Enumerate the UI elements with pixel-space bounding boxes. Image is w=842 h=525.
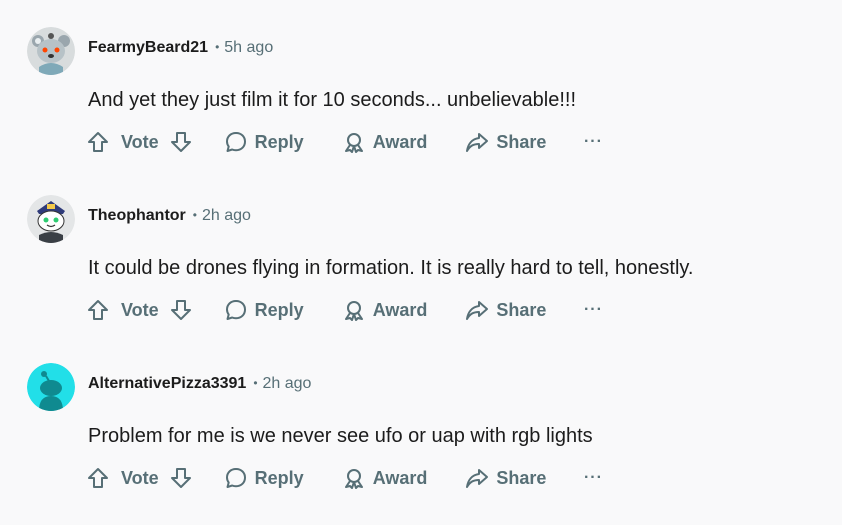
comment-actions: Vote Reply Award Share ···: [86, 294, 602, 326]
award-button[interactable]: Award: [342, 294, 428, 326]
comment-meta: Theophantor • 2h ago: [88, 206, 251, 226]
arrow-down-icon: [170, 468, 191, 488]
comment-text: And yet they just film it for 10 seconds…: [88, 89, 577, 111]
share-arrow-icon: [466, 469, 489, 488]
comment-bubble-icon: [225, 468, 246, 488]
reply-label: Reply: [254, 299, 304, 320]
reply-label: Reply: [254, 131, 304, 152]
share-arrow-icon: [466, 301, 489, 320]
share-button[interactable]: Share: [465, 462, 546, 494]
award-label: Award: [372, 299, 428, 320]
avatar[interactable]: [27, 195, 75, 243]
award-button[interactable]: Award: [342, 126, 428, 158]
avatar[interactable]: [27, 363, 75, 411]
reply-button[interactable]: Reply: [224, 294, 304, 326]
downvote-button[interactable]: [169, 294, 193, 326]
username[interactable]: AlternativePizza3391: [88, 375, 246, 392]
reply-button[interactable]: Reply: [224, 462, 304, 494]
award-ribbon-icon: [344, 301, 363, 321]
vote-count: Vote: [121, 131, 159, 152]
comment-bubble-icon: [225, 300, 246, 320]
comment-bubble-icon: [225, 132, 246, 152]
share-label: Share: [496, 131, 547, 152]
award-button[interactable]: Award: [342, 462, 428, 494]
meta-separator: •: [192, 208, 197, 222]
arrow-up-icon: [88, 300, 108, 320]
meta-separator: •: [253, 376, 258, 390]
reply-label: Reply: [254, 467, 304, 488]
downvote-button[interactable]: [169, 462, 193, 494]
vote-count: Vote: [121, 299, 159, 320]
arrow-up-icon: [88, 132, 108, 152]
comment-text: It could be drones flying in formation. …: [88, 257, 694, 279]
snoo-avatar-koala-icon: [27, 27, 75, 75]
share-button[interactable]: Share: [465, 294, 546, 326]
arrow-up-icon: [88, 468, 108, 488]
share-label: Share: [496, 467, 547, 488]
timestamp[interactable]: 5h ago: [224, 39, 273, 56]
avatar[interactable]: [27, 27, 75, 75]
award-label: Award: [372, 467, 428, 488]
downvote-button[interactable]: [169, 126, 193, 158]
award-label: Award: [372, 131, 428, 152]
comment-actions: Vote Reply Award Share ···: [86, 126, 602, 158]
meta-separator: •: [215, 40, 220, 54]
arrow-down-icon: [170, 132, 191, 152]
vote-count: Vote: [121, 467, 159, 488]
award-ribbon-icon: [344, 469, 363, 489]
username[interactable]: Theophantor: [88, 207, 186, 224]
comment: Theophantor • 2h ago It could be drones fl…: [0, 168, 842, 336]
upvote-button[interactable]: [86, 462, 110, 494]
arrow-down-icon: [170, 300, 191, 320]
comment-actions: Vote Reply Award Share ···: [86, 462, 602, 494]
more-options-button[interactable]: ···: [584, 462, 602, 494]
upvote-button[interactable]: [86, 126, 110, 158]
share-arrow-icon: [466, 133, 489, 152]
timestamp[interactable]: 2h ago: [202, 207, 251, 224]
snoo-avatar-captain-icon: [27, 195, 75, 243]
reply-button[interactable]: Reply: [224, 126, 304, 158]
timestamp[interactable]: 2h ago: [263, 375, 312, 392]
more-options-button[interactable]: ···: [584, 294, 602, 326]
more-options-button[interactable]: ···: [584, 126, 602, 158]
comment-meta: FearmyBeard21 • 5h ago: [88, 38, 273, 58]
comment-text: Problem for me is we never see ufo or ua…: [88, 425, 593, 447]
comment-meta: AlternativePizza3391 • 2h ago: [88, 374, 311, 394]
share-label: Share: [496, 299, 547, 320]
snoo-default-avatar-icon: [27, 363, 75, 411]
upvote-button[interactable]: [86, 294, 110, 326]
award-ribbon-icon: [344, 133, 363, 153]
comment: FearmyBeard21 • 5h ago And yet they just f…: [0, 0, 842, 168]
username[interactable]: FearmyBeard21: [88, 39, 208, 56]
share-button[interactable]: Share: [465, 126, 546, 158]
comment: AlternativePizza3391 • 2h ago Problem for …: [0, 336, 842, 504]
